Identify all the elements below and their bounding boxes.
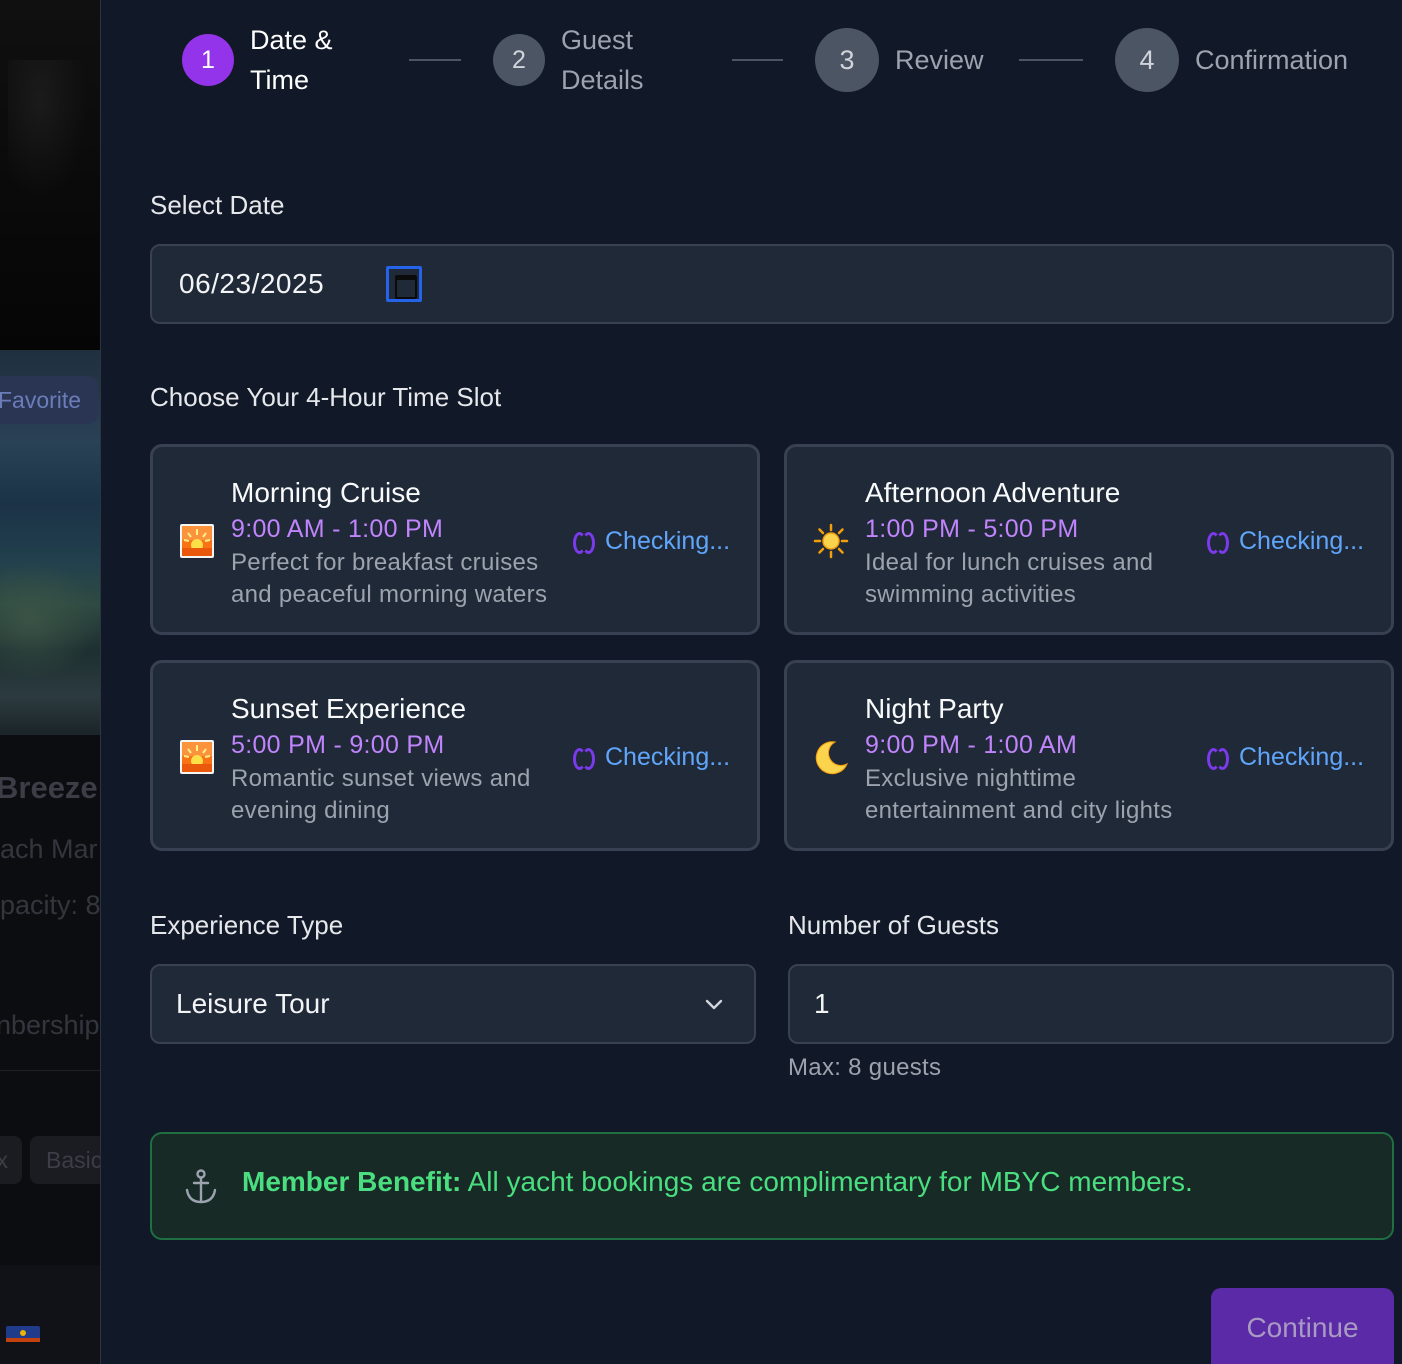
slot-status-text: Checking...	[605, 743, 731, 771]
select-date-label: Select Date	[150, 190, 285, 220]
slot-availability-status: Checking...	[1207, 527, 1364, 556]
slot-time: 9:00 AM - 1:00 PM	[231, 515, 444, 543]
background-card	[0, 735, 101, 1265]
loading-spinner-icon	[573, 532, 595, 554]
background-page: Favorite Breeze ach Mar pacity: 8 nbersh…	[0, 0, 101, 1364]
date-input-value: 06/23/2025	[179, 268, 325, 299]
time-slot-heading: Choose Your 4-Hour Time Slot	[150, 382, 502, 412]
time-slot-morning-cruise[interactable]: Morning Cruise 9:00 AM - 1:00 PM Perfect…	[150, 444, 760, 635]
slot-title: Morning Cruise	[231, 477, 421, 508]
number-of-guests-label: Number of Guests	[788, 910, 999, 940]
booking-stepper: 1 Date & Time 2 Guest Details 3 Review 4…	[101, 0, 1402, 120]
step-connector	[409, 59, 461, 61]
slot-title: Sunset Experience	[231, 693, 467, 724]
time-slot-sunset-experience[interactable]: Sunset Experience 5:00 PM - 9:00 PM Roma…	[150, 660, 760, 851]
step-4-indicator: 4	[1115, 28, 1179, 92]
slot-description: Exclusive nighttime entertainment and ci…	[865, 765, 1173, 824]
step-connector	[732, 59, 783, 61]
step-3-label: Review	[895, 45, 984, 75]
slot-title: Night Party	[865, 693, 1004, 724]
background-footer	[0, 1265, 101, 1364]
continue-button[interactable]: Continue	[1211, 1288, 1394, 1364]
background-hero-image	[0, 0, 101, 350]
slot-status-text: Checking...	[605, 527, 731, 555]
guests-number-input[interactable]: 1	[788, 964, 1394, 1044]
background-divider	[0, 1070, 101, 1071]
member-benefit-banner: Member Benefit: All yacht bookings are c…	[150, 1132, 1394, 1240]
loading-spinner-icon	[1207, 532, 1229, 554]
background-chip: x	[0, 1136, 22, 1184]
background-favorite-badge: Favorite	[0, 376, 98, 424]
loading-spinner-icon	[1207, 748, 1229, 770]
slot-time: 1:00 PM - 5:00 PM	[865, 515, 1079, 543]
slot-title: Afternoon Adventure	[865, 477, 1121, 508]
member-benefit-title: Member Benefit:	[242, 1166, 462, 1197]
member-benefit-text: Member Benefit: All yacht bookings are c…	[242, 1166, 1193, 1198]
step-1-label-line2: Time	[250, 65, 309, 95]
booking-modal: 1 Date & Time 2 Guest Details 3 Review 4…	[100, 0, 1402, 1364]
slot-availability-status: Checking...	[1207, 743, 1364, 772]
background-location: ach Mar	[0, 834, 98, 864]
slot-description: Romantic sunset views and evening dining	[231, 765, 531, 824]
time-slot-night-party[interactable]: Night Party 9:00 PM - 1:00 AM Exclusive …	[784, 660, 1394, 851]
chevron-down-icon	[705, 999, 723, 1010]
slot-availability-status: Checking...	[573, 527, 730, 556]
guests-max-hint: Max: 8 guests	[788, 1054, 942, 1081]
sunrise-icon	[180, 524, 214, 558]
slot-description: Ideal for lunch cruises and swimming act…	[865, 549, 1154, 608]
background-capacity: pacity: 8	[0, 890, 101, 920]
slot-time: 5:00 PM - 9:00 PM	[231, 731, 445, 759]
anchor-icon	[185, 1169, 217, 1204]
slot-availability-status: Checking...	[573, 743, 730, 772]
experience-type-select[interactable]: Leisure Tour	[150, 964, 756, 1044]
background-membership: nbership	[0, 1010, 100, 1040]
background-yacht-title: Breeze	[0, 770, 98, 805]
moon-icon	[815, 741, 849, 775]
time-slot-afternoon-adventure[interactable]: Afternoon Adventure 1:00 PM - 5:00 PM Id…	[784, 444, 1394, 635]
slot-time: 9:00 PM - 1:00 AM	[865, 731, 1078, 759]
member-benefit-message: All yacht bookings are complimentary for…	[461, 1166, 1193, 1197]
experience-type-value: Leisure Tour	[176, 988, 330, 1019]
sun-icon	[813, 523, 849, 559]
flag-icon	[6, 1326, 40, 1342]
step-4-label: Confirmation	[1195, 45, 1349, 75]
guests-number-value: 1	[814, 988, 830, 1019]
loading-spinner-icon	[573, 748, 595, 770]
step-2-indicator: 2	[493, 34, 545, 86]
sunset-icon	[180, 740, 214, 774]
background-chip-basic: Basic	[30, 1136, 101, 1184]
step-2-label-line2: Details	[561, 65, 644, 95]
calendar-icon[interactable]	[386, 266, 422, 302]
step-1-label: Date &	[250, 25, 333, 55]
step-2-label: Guest	[561, 25, 634, 55]
experience-type-label: Experience Type	[150, 910, 344, 940]
step-3-indicator: 3	[815, 28, 879, 92]
slot-status-text: Checking...	[1239, 743, 1365, 771]
step-1-indicator: 1	[182, 34, 234, 86]
date-input[interactable]: 06/23/2025	[150, 244, 1394, 324]
slot-status-text: Checking...	[1239, 527, 1365, 555]
step-connector	[1019, 59, 1083, 61]
slot-description: Perfect for breakfast cruises and peacef…	[231, 549, 548, 608]
